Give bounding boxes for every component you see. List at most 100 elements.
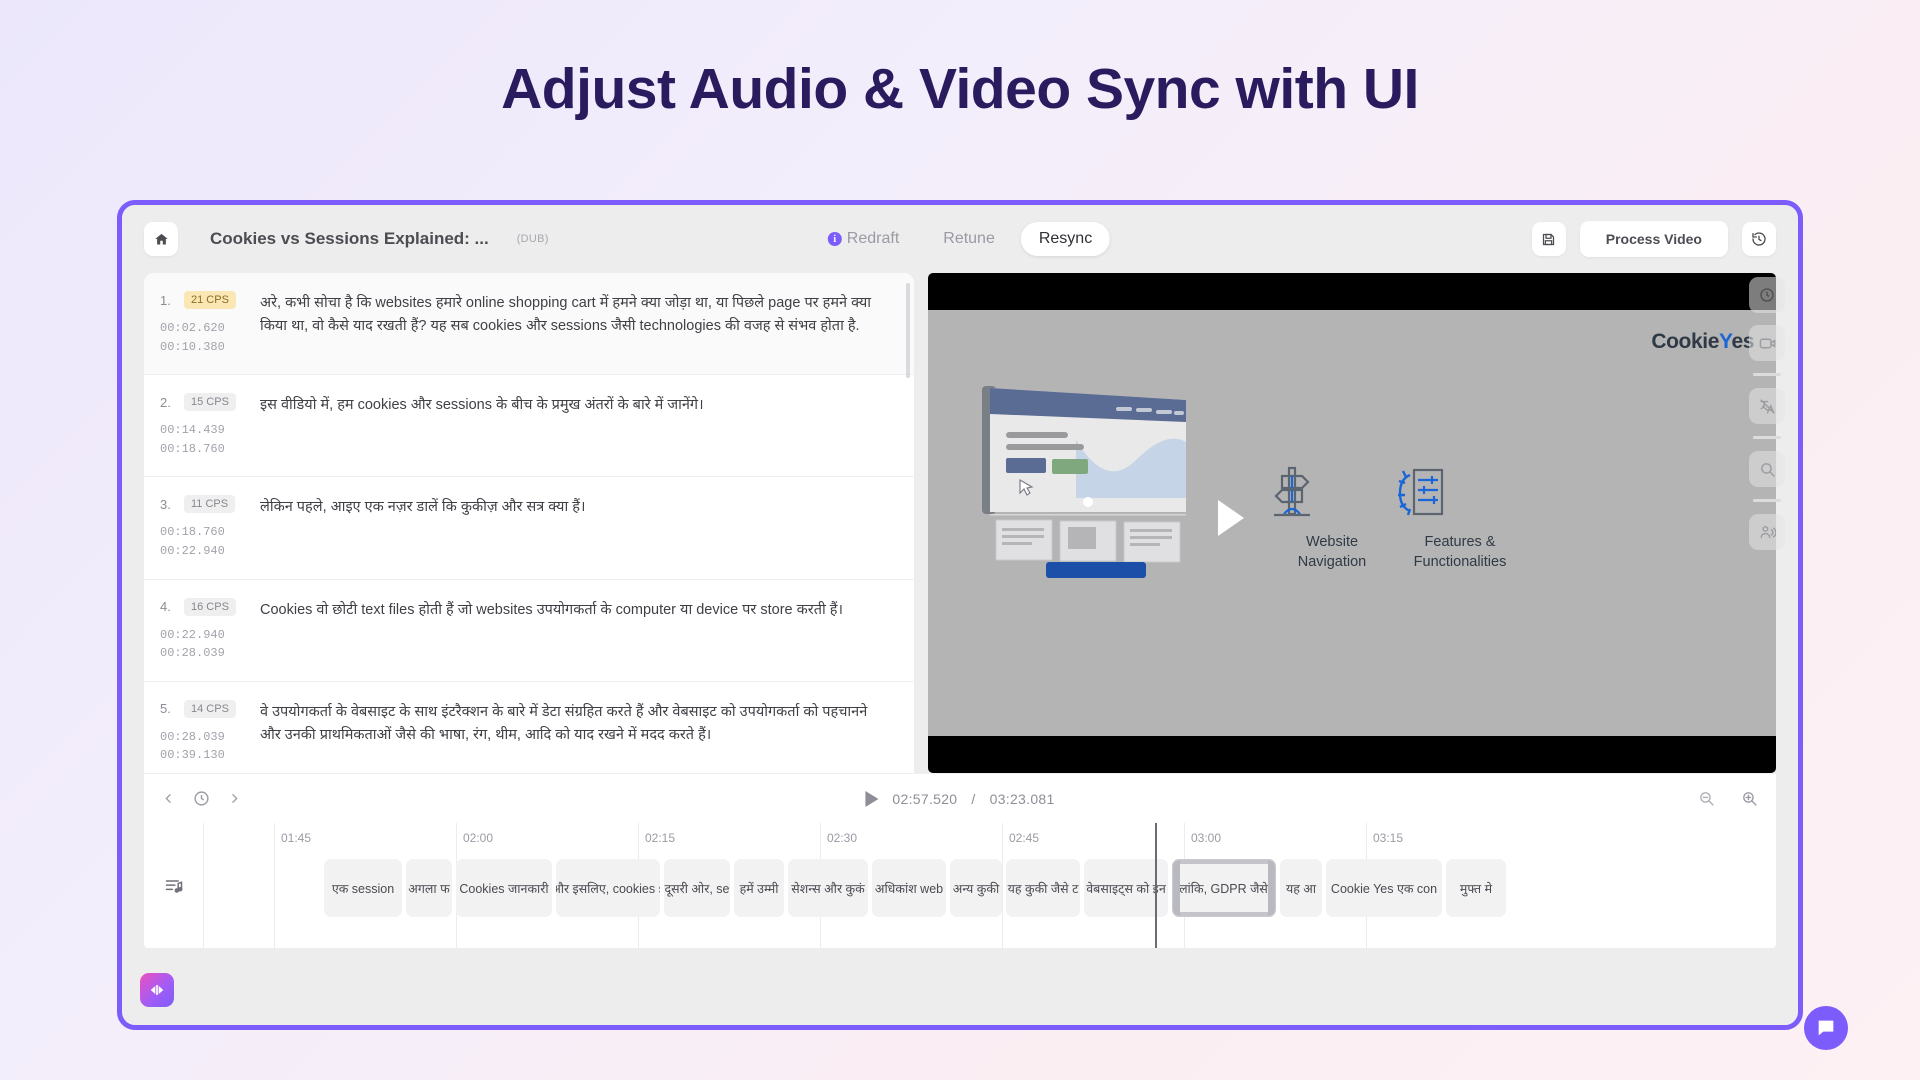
timeline-clips[interactable]: एक session अगला फ Cookies जानकारी और इसलिए… xyxy=(204,859,1776,917)
video-box-icon[interactable] xyxy=(1749,325,1785,361)
rail-divider xyxy=(1753,373,1781,376)
row-start-time: 00:28.039 xyxy=(160,729,225,744)
timeline-area[interactable]: 01:45 02:00 02:15 02:30 02:45 03:00 03:15 एक s… xyxy=(204,823,1776,948)
transcript-scrollbar[interactable] xyxy=(906,283,910,378)
timeline-ruler[interactable]: 01:45 02:00 02:15 02:30 02:45 03:00 03:15 xyxy=(204,823,1776,948)
voice-person-icon[interactable] xyxy=(1749,514,1785,550)
timeline-clip[interactable]: Cookies जानकारी xyxy=(456,859,552,917)
search-icon[interactable] xyxy=(1749,451,1785,487)
timeline-tick-label: 02:30 xyxy=(827,831,858,845)
row-start-time: 00:14.439 xyxy=(160,423,225,438)
tab-redraft[interactable]: i Redraft xyxy=(810,222,917,256)
tab-resync[interactable]: Resync xyxy=(1020,222,1111,256)
row-number: 5. xyxy=(160,701,171,717)
timeline-clip-label: यह आ xyxy=(1285,881,1317,896)
clock-icon[interactable] xyxy=(193,790,210,807)
timeline-clip[interactable]: हमें उम्मी xyxy=(734,859,784,917)
timeline-tick-label: 01:45 xyxy=(281,831,312,845)
chevron-left-icon[interactable] xyxy=(162,792,175,805)
video-player[interactable]: CookieYes Website Navigation Features & … xyxy=(928,273,1776,773)
timeline-clip-label: हालांकि, GDPR जैसे मे xyxy=(1172,881,1276,896)
playback-center: 02:57.520 / 03:23.081 xyxy=(865,790,1055,807)
timeline-clip[interactable]: मुफ्त मे xyxy=(1446,859,1506,917)
play-icon[interactable] xyxy=(1218,500,1244,536)
history-icon[interactable] xyxy=(1742,222,1776,256)
video-label-line2: Navigation xyxy=(1297,553,1367,570)
home-icon[interactable] xyxy=(144,222,178,256)
timeline-clip-selected[interactable]: हालांकि, GDPR जैसे मे xyxy=(1172,859,1276,917)
chat-bubble-icon[interactable] xyxy=(1804,1006,1848,1050)
save-icon[interactable] xyxy=(1531,222,1566,256)
translate-off-icon[interactable] xyxy=(1749,388,1785,424)
timeline-clip[interactable]: यह आ xyxy=(1280,859,1322,917)
table-row[interactable]: 1. 21 CPS 00:02.620 00:10.380 अरे, कभी स… xyxy=(144,273,914,376)
table-row[interactable]: 3. 11 CPS 00:18.760 00:22.940 लेकिन पहले… xyxy=(144,477,914,580)
row-text[interactable]: इस वीडियो में, हम cookies और sessions के… xyxy=(260,393,892,458)
info-icon[interactable]: i xyxy=(827,232,842,246)
transcript-panel[interactable]: 1. 21 CPS 00:02.620 00:10.380 अरे, कभी स… xyxy=(144,273,914,773)
timeline-clip-label: अधिकांश web xyxy=(874,881,944,896)
row-start-time: 00:02.620 xyxy=(160,321,225,335)
row-text[interactable]: लेकिन पहले, आइए एक नज़र डालें कि कुकीज़ … xyxy=(260,495,892,560)
zoom-out-icon[interactable] xyxy=(1698,790,1715,807)
table-row[interactable]: 4. 16 CPS 00:22.940 00:28.039 Cookies वो… xyxy=(144,580,914,682)
clock-icon[interactable] xyxy=(1749,277,1785,313)
audio-video-sync-icon[interactable] xyxy=(140,973,174,1007)
row-number: 3. xyxy=(160,496,171,512)
timeline-clip-label: अन्य कुकी xyxy=(952,881,1000,896)
timeline-clip[interactable]: सेशन्स और कुकं xyxy=(788,859,868,917)
row-start-time: 00:18.760 xyxy=(160,525,225,540)
timeline-clip[interactable]: एक session xyxy=(324,859,402,917)
timeline-clip[interactable]: Cookie Yes एक con xyxy=(1326,859,1442,917)
row-start-time: 00:22.940 xyxy=(160,627,225,642)
tab-retune[interactable]: Retune xyxy=(925,222,1013,256)
clip-handle-left[interactable] xyxy=(1173,860,1180,916)
playhead[interactable] xyxy=(1155,823,1157,948)
timeline-clip-label: Cookie Yes एक con xyxy=(1330,881,1438,896)
row-end-time: 00:22.940 xyxy=(160,543,225,558)
clip-handle-right[interactable] xyxy=(1268,860,1275,916)
zoom-in-icon[interactable] xyxy=(1741,790,1758,807)
nav-tabs: i Redraft Retune Resync xyxy=(810,222,1111,256)
row-timecodes: 00:18.760 00:22.940 xyxy=(160,523,252,560)
timeline-clip-label: एक session xyxy=(331,881,395,896)
timeline-clip-label: वेबसाइट्स को इन xyxy=(1086,881,1166,896)
row-text[interactable]: Cookies वो छोटी text files होती हैं जो w… xyxy=(260,598,892,663)
timeline-clip-label: अगला फ xyxy=(408,881,450,896)
rail-divider xyxy=(1753,499,1781,502)
timeline[interactable]: 01:45 02:00 02:15 02:30 02:45 03:00 03:15 एक s… xyxy=(144,823,1776,948)
table-row[interactable]: 2. 15 CPS 00:14.439 00:18.760 इस वीडियो … xyxy=(144,375,914,478)
chevron-right-icon[interactable] xyxy=(228,792,241,805)
logo-prefix: Cookie xyxy=(1651,330,1719,353)
timeline-clip[interactable]: अधिकांश web xyxy=(872,859,946,917)
table-row[interactable]: 5. 14 CPS 00:28.039 00:39.130 वे उपयोगकर… xyxy=(144,682,914,773)
video-label-features: Features & Functionalities xyxy=(1390,465,1530,572)
process-video-button[interactable]: Process Video xyxy=(1579,221,1728,257)
transcript-row-meta: 2. 15 CPS 00:14.439 00:18.760 xyxy=(160,393,252,458)
video-frame-content: CookieYes Website Navigation Features & … xyxy=(928,310,1776,736)
row-text[interactable]: अरे, कभी सोचा है कि websites हमारे onlin… xyxy=(260,291,892,356)
document-title[interactable]: Cookies vs Sessions Explained: ... xyxy=(210,229,489,249)
cookieyes-logo: CookieYes xyxy=(1651,330,1754,354)
timeline-tick-label: 03:00 xyxy=(1191,831,1222,845)
row-text[interactable]: वे उपयोगकर्ता के वेबसाइट के साथ इंटरैक्श… xyxy=(260,700,892,765)
tab-redraft-label: Redraft xyxy=(846,230,900,247)
row-end-time: 00:10.380 xyxy=(160,339,225,354)
timeline-clip-label: Cookies जानकारी xyxy=(459,881,549,896)
transcript-row-meta: 5. 14 CPS 00:28.039 00:39.130 xyxy=(160,699,252,765)
timeline-clip[interactable]: अगला फ xyxy=(406,859,452,917)
total-time: 03:23.081 xyxy=(989,790,1055,807)
app-header: Cookies vs Sessions Explained: ... (DUB)… xyxy=(122,205,1798,273)
timeline-clip[interactable]: अन्य कुकी xyxy=(950,859,1002,917)
timeline-clip[interactable]: और इसलिए, cookies s xyxy=(556,859,660,917)
cps-badge: 16 CPS xyxy=(184,597,236,616)
playback-bar: 02:57.520 / 03:23.081 xyxy=(144,773,1776,823)
timeline-clip[interactable]: यह कुकी जैसे ट xyxy=(1006,859,1080,917)
row-timecodes: 00:14.439 00:18.760 xyxy=(160,421,252,458)
row-timecodes: 00:02.620 00:10.380 xyxy=(160,319,252,356)
timeline-clip[interactable]: दूसरी ओर, se xyxy=(664,859,730,917)
video-label-line2: Functionalities xyxy=(1413,553,1507,570)
play-button[interactable] xyxy=(865,790,879,807)
playback-left-controls xyxy=(162,790,241,807)
audio-track-icon[interactable] xyxy=(144,823,204,948)
